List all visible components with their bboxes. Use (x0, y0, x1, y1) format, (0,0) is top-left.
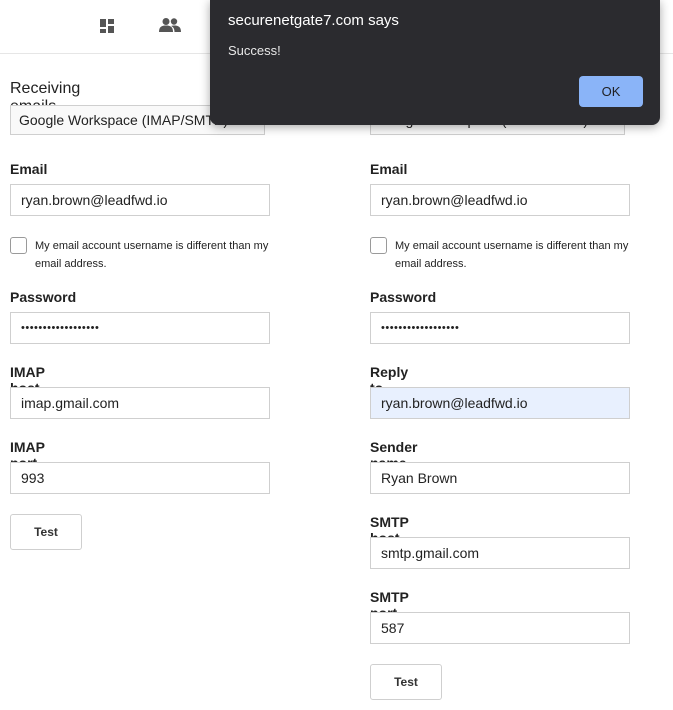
sender-name-field[interactable]: Ryan Brown (370, 462, 630, 494)
sending-email-field[interactable]: ryan.brown@leadfwd.io (370, 184, 630, 216)
users-icon[interactable] (159, 17, 181, 35)
dialog-title: securenetgate7.com says (228, 12, 399, 29)
password-field[interactable]: •••••••••••••••••• (10, 312, 270, 344)
imap-host-field[interactable]: imap.gmail.com (10, 387, 270, 419)
sending-email-label: Email (370, 161, 408, 177)
password-label: Password (10, 289, 77, 305)
sending-password-label: Password (370, 289, 437, 305)
test-sending-button[interactable]: Test (370, 664, 442, 700)
dashboard-icon[interactable] (99, 17, 121, 35)
email-label: Email (10, 161, 48, 177)
username-different-checkbox[interactable] (10, 237, 27, 254)
sending-username-different-checkbox[interactable] (370, 237, 387, 254)
email-field[interactable]: ryan.brown@leadfwd.io (10, 184, 270, 216)
dialog-message: Success! (228, 43, 281, 58)
imap-port-field[interactable]: 993 (10, 462, 270, 494)
username-different-label: My email account username is different t… (35, 240, 269, 270)
sending-username-different-label: My email account username is different t… (395, 240, 629, 270)
test-receiving-button[interactable]: Test (10, 514, 82, 550)
sending-password-field[interactable]: •••••••••••••••••• (370, 312, 630, 344)
smtp-port-field[interactable]: 587 (370, 612, 630, 644)
dialog-ok-button[interactable]: OK (579, 76, 643, 107)
reply-to-field[interactable]: ryan.brown@leadfwd.io (370, 387, 630, 419)
alert-dialog: securenetgate7.com says Success! OK (210, 0, 660, 125)
smtp-host-field[interactable]: smtp.gmail.com (370, 537, 630, 569)
